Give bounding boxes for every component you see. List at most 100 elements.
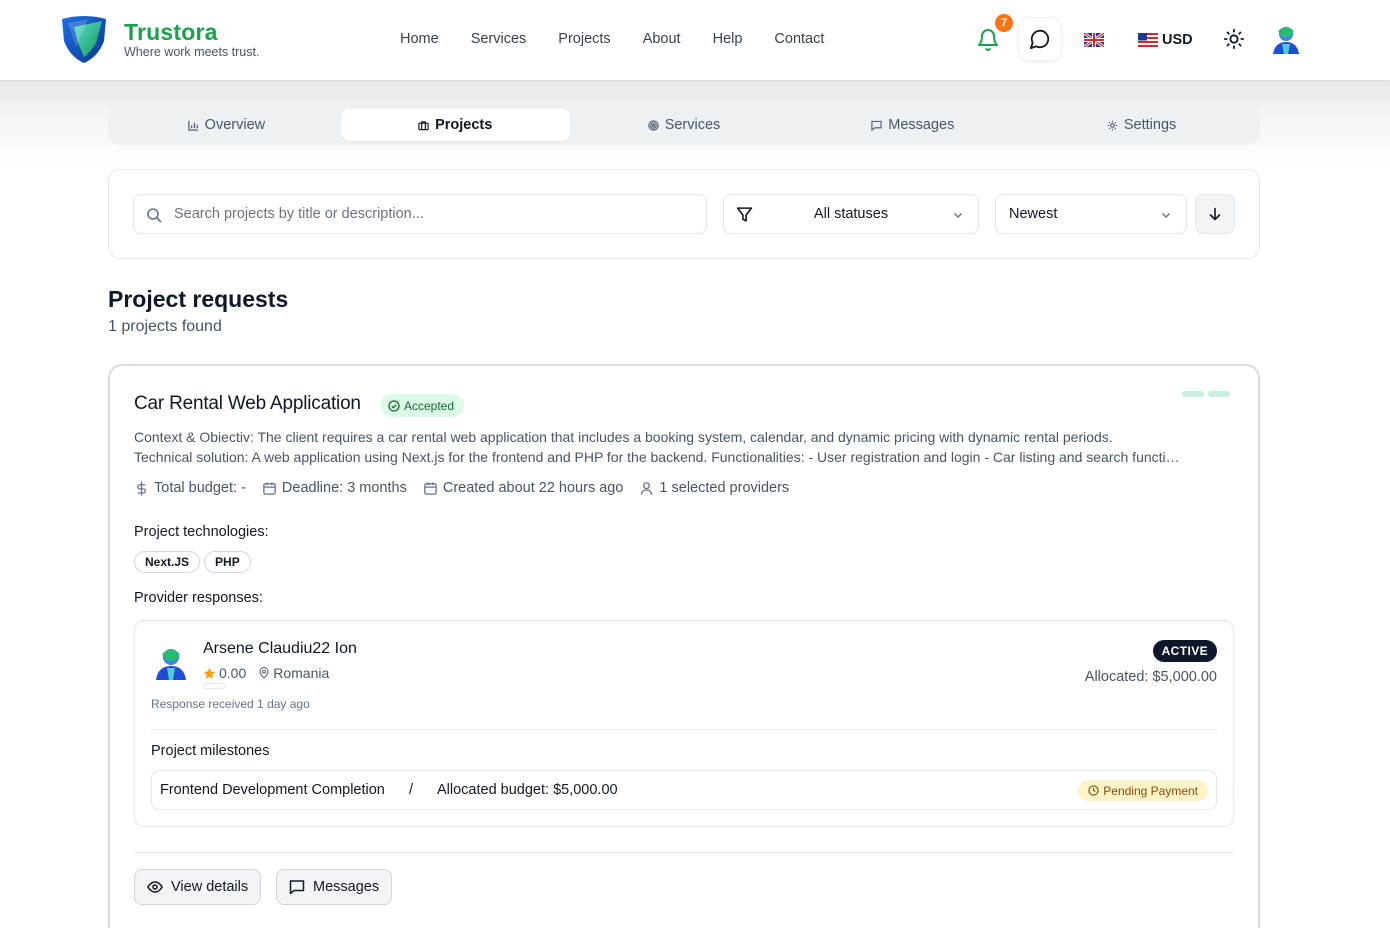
budget-text: Total budget: - xyxy=(154,480,246,496)
gear-icon xyxy=(1107,120,1118,130)
provider-name[interactable]: Arsene Claudiu22 Ion xyxy=(203,640,357,658)
tab-overview-label: Overview xyxy=(204,117,266,133)
tab-messages-label: Messages xyxy=(888,117,955,133)
status-filter-value: All statuses xyxy=(813,206,889,222)
tab-messages[interactable]: Messages xyxy=(798,109,1027,141)
eye-icon xyxy=(147,881,163,893)
milestones-label: Project milestones xyxy=(151,743,270,759)
check-circle-icon xyxy=(388,399,400,412)
divider xyxy=(134,852,1234,853)
view-details-button[interactable]: View details xyxy=(134,869,262,905)
currency-selector[interactable]: USD xyxy=(1162,31,1193,49)
view-details-label: View details xyxy=(171,879,249,895)
decorative-pill xyxy=(1208,391,1230,397)
nav-about[interactable]: About xyxy=(627,30,697,48)
user-avatar-icon[interactable] xyxy=(1270,23,1302,55)
budget-meta: Total budget: - xyxy=(134,480,246,496)
tab-settings[interactable]: Settings xyxy=(1027,109,1256,141)
milestone-budget: Allocated budget: $5,000.00 xyxy=(437,782,618,798)
messages-button[interactable]: Messages xyxy=(276,869,393,905)
message-icon xyxy=(289,880,305,895)
decorative-pill xyxy=(1182,391,1204,397)
map-pin-icon xyxy=(259,667,269,679)
created-text: Created about 22 hours ago xyxy=(442,480,624,496)
page-title: Project requests xyxy=(108,286,289,312)
notification-badge: 7 xyxy=(995,14,1013,32)
arrow-down-icon xyxy=(1209,207,1221,221)
project-title[interactable]: Car Rental Web Application xyxy=(134,393,361,415)
trustora-logo-icon[interactable] xyxy=(58,13,110,65)
site-header: Trustora Where work meets trust. Home Se… xyxy=(0,0,1390,80)
response-received: Response received 1 day ago xyxy=(151,697,310,711)
message-icon xyxy=(871,120,882,131)
calendar-icon xyxy=(263,481,276,495)
calendar-icon xyxy=(424,481,437,495)
milestone-status-label: Pending Payment xyxy=(1103,783,1198,798)
us-flag-icon[interactable] xyxy=(1138,33,1158,47)
tab-overview[interactable]: Overview xyxy=(112,109,341,141)
bell-icon[interactable] xyxy=(976,28,1000,52)
clock-icon xyxy=(1088,785,1099,796)
tab-services[interactable]: Services xyxy=(570,109,799,141)
project-description: Context & Obiectiv: The client requires … xyxy=(134,427,1184,467)
rating-bar xyxy=(203,683,225,689)
sort-direction-button[interactable] xyxy=(1195,194,1235,234)
tab-services-label: Services xyxy=(664,117,721,133)
provider-location: Romania xyxy=(258,665,329,681)
technology-chip: Next.JS xyxy=(134,551,201,573)
briefcase-icon xyxy=(418,120,429,130)
provider-rating: 0.00 xyxy=(203,665,246,681)
provider-meta: 0.00 Romania xyxy=(203,665,329,681)
dollar-icon xyxy=(137,480,146,496)
tab-settings-label: Settings xyxy=(1123,117,1177,133)
tab-projects-label: Projects xyxy=(435,117,493,133)
dashboard-tabs: Overview Projects Services Messages Sett… xyxy=(108,105,1260,145)
project-card: Car Rental Web Application Accepted Cont… xyxy=(108,364,1260,928)
technologies-label: Project technologies: xyxy=(134,524,269,540)
milestone-title: Frontend Development Completion xyxy=(160,782,385,798)
deadline-text: Deadline: 3 months xyxy=(281,480,407,496)
search-box[interactable] xyxy=(133,194,707,234)
divider xyxy=(151,729,1217,730)
location-value: Romania xyxy=(273,665,330,681)
tab-projects[interactable]: Projects xyxy=(340,109,570,141)
sort-value: Newest xyxy=(1009,206,1058,222)
nav-projects[interactable]: Projects xyxy=(542,30,626,48)
chart-icon xyxy=(187,120,198,131)
uk-flag-icon[interactable] xyxy=(1084,33,1104,47)
messages-label: Messages xyxy=(313,879,380,895)
deadline-meta: Deadline: 3 months xyxy=(262,480,407,496)
status-badge-label: Accepted xyxy=(404,398,455,413)
star-icon xyxy=(203,667,216,679)
responses-label: Provider responses: xyxy=(134,590,263,606)
main-nav: Home Services Projects About Help Contac… xyxy=(384,30,840,48)
search-input[interactable] xyxy=(174,195,694,233)
nav-services[interactable]: Services xyxy=(455,30,543,48)
provider-response-card: Arsene Claudiu22 Ion 0.00 Romania Respon… xyxy=(134,620,1234,827)
nav-help[interactable]: Help xyxy=(697,30,759,48)
milestone-status-badge: Pending Payment xyxy=(1078,780,1208,801)
milestone-row[interactable]: Frontend Development Completion / Alloca… xyxy=(151,770,1217,810)
brand[interactable]: Trustora Where work meets trust. xyxy=(124,19,259,59)
milestone-separator: / xyxy=(409,782,414,798)
nav-contact[interactable]: Contact xyxy=(758,30,840,48)
filter-panel: All statuses Newest xyxy=(108,169,1260,259)
target-icon xyxy=(648,119,659,131)
sun-icon[interactable] xyxy=(1223,28,1245,50)
brand-name: Trustora xyxy=(124,19,218,45)
description-line: Technical solution: A web application us… xyxy=(134,449,1184,465)
project-meta: Total budget: - Deadline: 3 months Creat… xyxy=(134,480,789,496)
nav-home[interactable]: Home xyxy=(384,30,455,48)
sort-select[interactable]: Newest xyxy=(995,194,1187,234)
chevron-down-icon xyxy=(953,212,963,219)
results-count: 1 projects found xyxy=(108,318,222,335)
description-line: Context & Obiectiv: The client requires … xyxy=(134,429,1113,445)
response-status-badge: ACTIVE xyxy=(1152,640,1217,662)
allocated-amount: Allocated: $5,000.00 xyxy=(1084,669,1217,685)
provider-avatar-icon[interactable] xyxy=(153,645,189,681)
status-filter-select[interactable]: All statuses xyxy=(723,194,979,234)
providers-meta: 1 selected providers xyxy=(639,480,789,496)
providers-text: 1 selected providers xyxy=(659,480,790,496)
chat-button[interactable] xyxy=(1018,17,1062,61)
brand-tagline: Where work meets trust. xyxy=(124,45,260,59)
